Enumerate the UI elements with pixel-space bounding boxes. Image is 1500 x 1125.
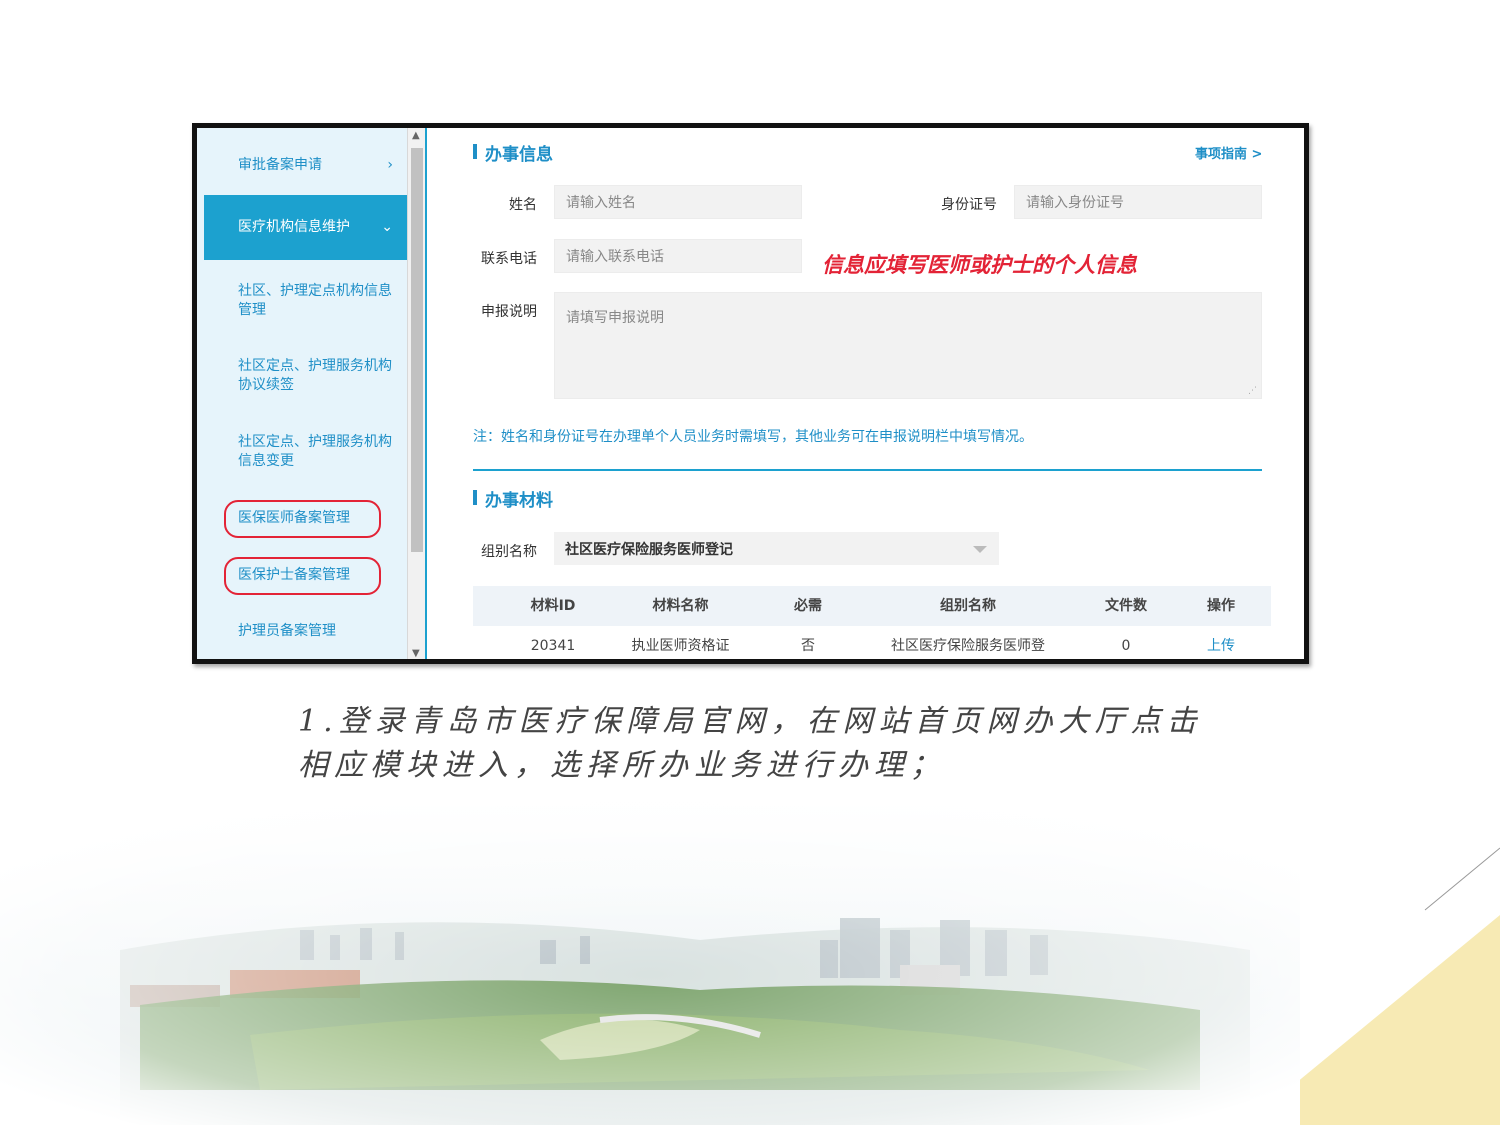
guide-link[interactable]: 事项指南 > xyxy=(1195,143,1262,162)
resize-handle-icon[interactable]: ⋰ xyxy=(1248,386,1257,396)
table-header: 材料ID 材料名称 必需 组别名称 文件数 操作 xyxy=(473,586,1271,626)
sidebar-item-label: 医疗机构信息维护 xyxy=(238,219,350,235)
column-header: 组别名称 xyxy=(940,598,996,614)
sidebar-item-physician-filing[interactable]: 医保医师备案管理 xyxy=(204,500,407,538)
sidebar-item-label: 审批备案申请 xyxy=(238,157,322,173)
column-header: 文件数 xyxy=(1105,598,1147,614)
sidebar-item-label: 社区、护理定点机构信息管理 xyxy=(238,283,392,318)
sidebar-item-label: 医保护士备案管理 xyxy=(238,567,350,583)
column-header: 材料ID xyxy=(530,598,576,614)
chevron-down-icon: ⌄ xyxy=(381,219,393,235)
table-row: 20341 执业医师资格证 否 社区医疗保险服务医师登 0 上传 xyxy=(473,626,1271,659)
scrollbar-thumb[interactable] xyxy=(411,148,423,552)
sidebar-item-label: 社区定点、护理服务机构协议续签 xyxy=(238,358,392,393)
name-field[interactable]: 请输入姓名 xyxy=(554,185,802,219)
phone-label: 联系电话 xyxy=(481,251,537,267)
group-label: 组别名称 xyxy=(481,544,537,560)
slide-caption: 1.登录青岛市医疗保障局官网，在网站首页网办大厅点击 相应模块进入，选择所办业务… xyxy=(298,700,1203,788)
group-select-value: 社区医疗保险服务医师登记 xyxy=(565,541,733,558)
sidebar: 审批备案申请 › 医疗机构信息维护 ⌄ 社区、护理定点机构信息管理 社区定点、护… xyxy=(197,128,407,659)
main-content: 办事信息 事项指南 > 姓名 请输入姓名 身份证号 请输入身份证号 联系电话 请… xyxy=(427,128,1304,659)
caption-line-1: 1.登录青岛市医疗保障局官网，在网站首页网办大厅点击 xyxy=(298,704,1203,739)
sidebar-scrollbar[interactable]: ▲ ▼ xyxy=(407,128,425,659)
section-divider xyxy=(473,469,1262,471)
column-header: 必需 xyxy=(794,598,822,614)
sidebar-item-label: 社区定点、护理服务机构信息变更 xyxy=(238,434,392,469)
description-label: 申报说明 xyxy=(481,304,537,320)
info-section-title: 办事信息 xyxy=(473,140,553,165)
sidebar-item-nurse-filing[interactable]: 医保护士备案管理 xyxy=(204,557,407,595)
column-header: 材料名称 xyxy=(652,598,709,614)
caret-down-icon xyxy=(973,546,987,553)
caption-line-2: 相应模块进入，选择所办业务进行办理； xyxy=(298,748,946,783)
table-cell: 0 xyxy=(1121,638,1131,654)
table-cell: 20341 xyxy=(530,638,576,654)
sidebar-item-label: 医保医师备案管理 xyxy=(238,510,350,526)
screenshot-panel: 审批备案申请 › 医疗机构信息维护 ⌄ 社区、护理定点机构信息管理 社区定点、护… xyxy=(192,123,1309,664)
materials-table: 材料ID 材料名称 必需 组别名称 文件数 操作 20341 执业医师资格证 否… xyxy=(473,586,1271,659)
corner-diagonal-line xyxy=(1424,847,1500,911)
description-textarea[interactable]: 请填写申报说明 ⋰ xyxy=(554,292,1262,399)
scroll-down-icon[interactable]: ▼ xyxy=(412,648,420,659)
group-select[interactable]: 社区医疗保险服务医师登记 xyxy=(554,532,999,565)
table-cell: 执业医师资格证 xyxy=(631,638,730,654)
red-annotation: 信息应填写医师或护士的个人信息 xyxy=(822,253,1137,277)
sidebar-item-caregiver-filing[interactable]: 护理员备案管理 xyxy=(204,622,407,641)
table-cell: 否 xyxy=(801,638,815,654)
sidebar-item-institution-info[interactable]: 医疗机构信息维护 ⌄ xyxy=(204,195,407,260)
phone-field[interactable]: 请输入联系电话 xyxy=(554,239,802,273)
sidebar-item-agreement-renewal[interactable]: 社区定点、护理服务机构协议续签 xyxy=(204,357,407,395)
sidebar-item-community-nursing-info[interactable]: 社区、护理定点机构信息管理 xyxy=(204,282,407,320)
city-scenery-image xyxy=(0,790,1300,1125)
scroll-up-icon[interactable]: ▲ xyxy=(412,130,420,141)
name-label: 姓名 xyxy=(509,197,537,213)
sidebar-item-approval-filing[interactable]: 审批备案申请 › xyxy=(204,156,407,175)
sidebar-item-info-change[interactable]: 社区定点、护理服务机构信息变更 xyxy=(204,433,407,471)
sidebar-item-label: 护理员备案管理 xyxy=(238,623,336,639)
table-cell: 社区医疗保险服务医师登 xyxy=(891,638,1045,654)
description-placeholder: 请填写申报说明 xyxy=(566,310,664,326)
info-note: 注：姓名和身份证号在办理单个人员业务时需填写，其他业务可在申报说明栏中填写情况。 xyxy=(473,429,1033,445)
chevron-right-icon: › xyxy=(387,157,393,173)
id-number-field[interactable]: 请输入身份证号 xyxy=(1014,185,1262,219)
id-label: 身份证号 xyxy=(941,197,997,213)
column-header: 操作 xyxy=(1207,598,1235,614)
upload-link[interactable]: 上传 xyxy=(1191,626,1251,659)
materials-section-title: 办事材料 xyxy=(473,486,553,511)
